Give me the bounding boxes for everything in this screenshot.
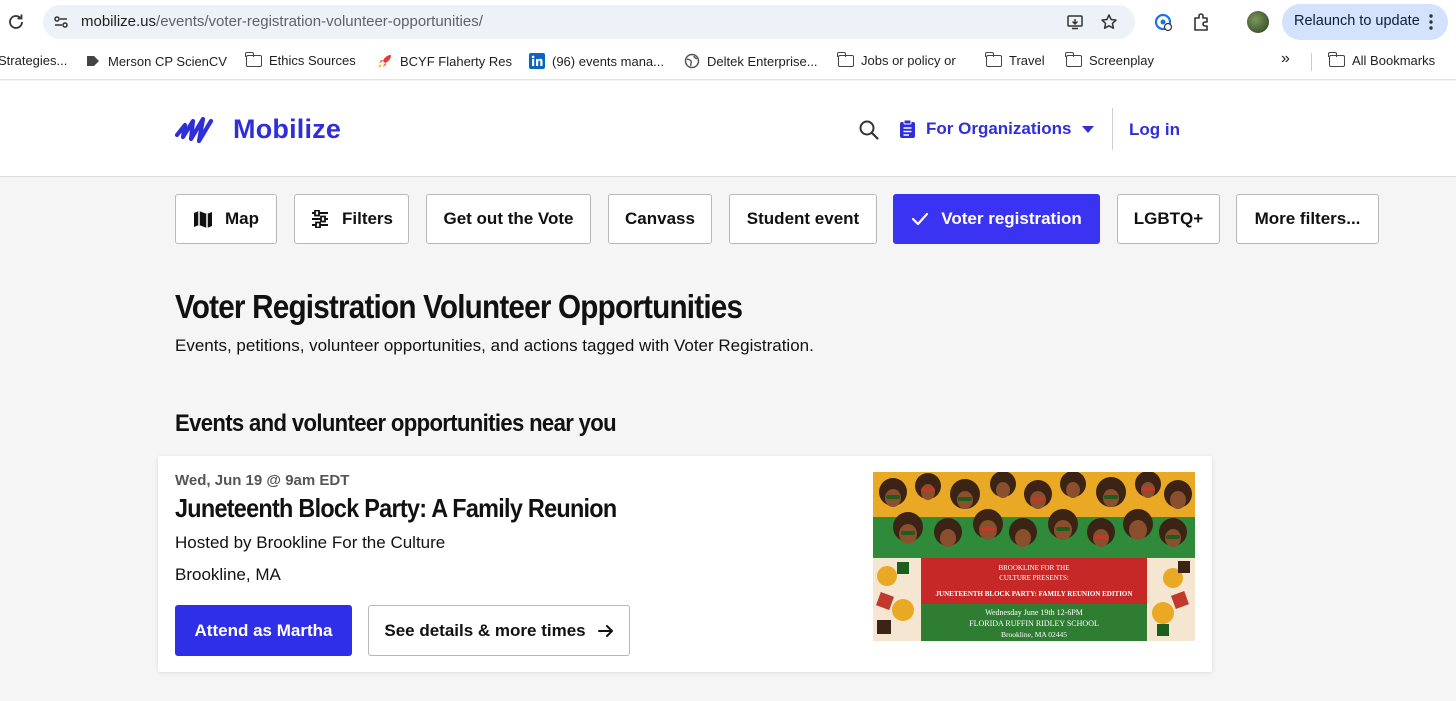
event-banner: BROOKLINE FOR THE CULTURE PRESENTS: JUNE… — [873, 558, 1195, 641]
bookmark-label: Jobs or policy or — [861, 53, 956, 68]
map-filter-label: Map — [225, 209, 259, 228]
event-location: Brookline, MA — [175, 565, 281, 584]
reload-icon[interactable] — [6, 12, 26, 32]
banner-line-4: Wednesday June 19th 12-6PM — [985, 608, 1083, 617]
more-bookmarks-button[interactable]: » — [1281, 50, 1290, 68]
chip-label: More filters... — [1254, 209, 1361, 228]
extension-google-icon[interactable] — [1152, 11, 1174, 33]
sliders-icon — [311, 210, 328, 228]
canvass-filter[interactable]: Canvass — [608, 194, 712, 244]
bookmark-item[interactable]: Travel — [985, 51, 1045, 68]
url-host: mobilize.us — [81, 13, 157, 30]
map-filter-button[interactable]: Map — [175, 194, 277, 244]
bookmark-label: Deltek Enterprise... — [707, 53, 818, 69]
bookmark-label: Travel — [1009, 53, 1045, 68]
page-title: Voter Registration Volunteer Opportuniti… — [175, 288, 743, 325]
mobilize-logo-icon — [175, 116, 214, 144]
chip-label: LGBTQ+ — [1133, 209, 1204, 228]
folder-icon — [837, 51, 854, 67]
banner-line-6: Brookline, MA 02445 — [1000, 630, 1068, 639]
folder-icon — [985, 51, 1002, 67]
relaunch-label: Relaunch to update — [1294, 13, 1420, 29]
bookmark-label: Ethics Sources — [269, 53, 356, 68]
relaunch-button[interactable]: Relaunch to update — [1282, 4, 1448, 40]
browser-toolbar: mobilize.us/events/voter-registration-vo… — [0, 0, 1456, 44]
site-info-icon[interactable] — [53, 14, 69, 30]
chip-label: Voter registration — [941, 209, 1082, 228]
bookmarks-bar: Strategies... Merson CP ScienCV Ethics S… — [0, 44, 1456, 80]
event-title[interactable]: Juneteenth Block Party: A Family Reunion — [175, 493, 617, 524]
page-subtitle: Events, petitions, volunteer opportuniti… — [175, 336, 814, 355]
event-host: Hosted by Brookline For the Culture — [175, 533, 446, 552]
bookmark-item[interactable]: (96) events mana... — [529, 53, 664, 69]
bookmarks-divider — [1311, 53, 1312, 71]
event-image[interactable]: BROOKLINE FOR THE CULTURE PRESENTS: JUNE… — [873, 472, 1195, 641]
linkedin-icon — [529, 53, 545, 69]
all-bookmarks-label: All Bookmarks — [1352, 53, 1436, 68]
see-details-label: See details & more times — [384, 620, 586, 640]
get-out-the-vote-filter[interactable]: Get out the Vote — [426, 194, 591, 244]
scienCV-icon — [87, 56, 99, 66]
bookmark-star-icon[interactable] — [1100, 13, 1118, 31]
bookmark-item[interactable]: Ethics Sources — [245, 51, 356, 68]
extensions-puzzle-icon[interactable] — [1191, 11, 1213, 33]
voter-registration-filter[interactable]: Voter registration — [893, 194, 1100, 244]
event-date: Wed, Jun 19 @ 9am EDT — [175, 472, 350, 489]
folder-icon — [245, 51, 262, 67]
chevron-double-right-icon: » — [1281, 50, 1290, 67]
map-icon — [194, 211, 212, 228]
section-title: Events and volunteer opportunities near … — [175, 410, 617, 437]
arrow-right-icon — [597, 624, 613, 637]
check-icon — [912, 212, 929, 226]
for-organizations-menu[interactable]: For Organizations — [899, 119, 1095, 139]
url-path: /events/voter-registration-volunteer-opp… — [156, 13, 483, 30]
filters-label: Filters — [341, 209, 394, 228]
bookmark-item[interactable]: Strategies... — [0, 53, 67, 68]
bookmark-item[interactable]: Screenplay — [1065, 51, 1155, 68]
bookmark-label: BCYF Flaherty Res — [400, 53, 512, 69]
attend-button[interactable]: Attend as Martha — [175, 605, 352, 656]
login-link[interactable]: Log in — [1129, 120, 1180, 140]
banner-line-1: BROOKLINE FOR THE — [998, 564, 1070, 572]
folder-icon — [1065, 51, 1082, 67]
url-text: mobilize.us/events/voter-registration-vo… — [81, 13, 483, 30]
filters-button[interactable]: Filters — [294, 194, 409, 244]
folder-icon — [1328, 51, 1345, 67]
banner-line-3: JUNETEENTH BLOCK PARTY: FAMILY REUNION E… — [935, 590, 1133, 598]
more-menu-icon[interactable] — [1429, 14, 1433, 30]
caret-down-icon — [1082, 126, 1095, 133]
banner-line-5: FLORIDA RUFFIN RIDLEY SCHOOL — [969, 619, 1099, 628]
site-header: Mobilize For Organizations Log in — [0, 81, 1456, 177]
bookmark-label: Strategies... — [0, 53, 68, 68]
bookmark-label: (96) events mana... — [552, 53, 664, 69]
chip-label: Get out the Vote — [443, 209, 574, 228]
bookmark-label: Merson CP ScienCV — [108, 53, 227, 69]
globe-icon — [684, 53, 700, 69]
student-event-filter[interactable]: Student event — [729, 194, 877, 244]
see-details-button[interactable]: See details & more times — [368, 605, 630, 656]
bookmark-item[interactable]: Deltek Enterprise... — [684, 53, 818, 69]
search-icon[interactable] — [858, 119, 880, 141]
bookmark-item[interactable]: Jobs or policy or — [837, 51, 956, 68]
bookmark-item[interactable]: BCYF Flaherty Res — [377, 53, 512, 69]
all-bookmarks-button[interactable]: All Bookmarks — [1328, 51, 1436, 68]
profile-avatar[interactable] — [1247, 11, 1269, 33]
event-card[interactable]: Wed, Jun 19 @ 9am EDT Juneteenth Block P… — [158, 456, 1212, 672]
address-bar[interactable]: mobilize.us/events/voter-registration-vo… — [43, 5, 1135, 39]
lgbtq-filter[interactable]: LGBTQ+ — [1117, 194, 1220, 244]
banner-line-2: CULTURE PRESENTS: — [999, 574, 1069, 582]
event-illustration — [873, 472, 1195, 562]
bookmark-label: Screenplay — [1089, 53, 1155, 68]
clipboard-icon — [900, 119, 915, 138]
for-organizations-label: For Organizations — [926, 119, 1072, 138]
bookmark-item[interactable]: Merson CP ScienCV — [85, 53, 227, 69]
chip-label: Canvass — [625, 209, 695, 228]
install-app-icon[interactable] — [1066, 13, 1084, 31]
more-filters-button[interactable]: More filters... — [1236, 194, 1379, 244]
header-divider — [1112, 108, 1113, 150]
logo-text: Mobilize — [233, 113, 342, 144]
logo[interactable]: Mobilize — [175, 113, 341, 145]
chip-label: Student event — [746, 209, 860, 228]
rocket-icon — [378, 55, 391, 68]
